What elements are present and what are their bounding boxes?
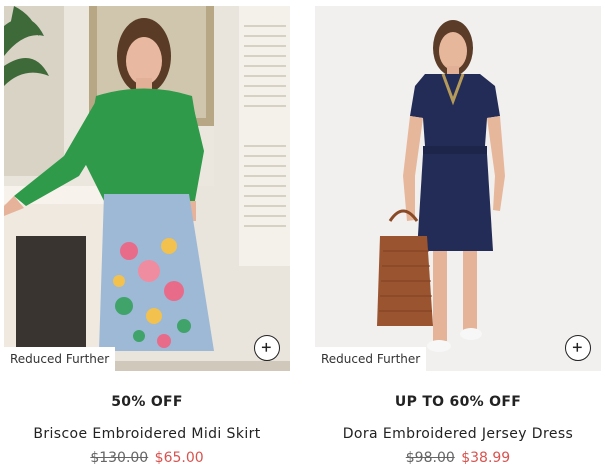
product-image-dress[interactable]: Reduced Further [315, 6, 601, 371]
product-grid: Reduced Further 50% OFF Briscoe Embroide… [0, 0, 605, 473]
price-row: $130.00 $65.00 [4, 449, 290, 467]
sale-price: $65.00 [154, 450, 204, 466]
product-photo-dress-icon [315, 6, 601, 371]
plus-icon [261, 342, 271, 352]
badge-reduced-further: Reduced Further [4, 347, 116, 371]
add-to-bag-button[interactable] [565, 335, 591, 361]
badge-reduced-further: Reduced Further [315, 347, 427, 371]
product-card-skirt[interactable]: Reduced Further 50% OFF Briscoe Embroide… [4, 6, 290, 467]
original-price: $130.00 [90, 450, 149, 466]
product-image-skirt[interactable]: Reduced Further [4, 6, 290, 371]
add-to-bag-button[interactable] [254, 335, 280, 361]
price-row: $98.00 $38.99 [315, 449, 601, 467]
product-name[interactable]: Briscoe Embroidered Midi Skirt [4, 425, 290, 443]
product-photo-skirt-icon [4, 6, 290, 371]
original-price: $98.00 [405, 450, 455, 466]
product-card-dress[interactable]: Reduced Further UP TO 60% OFF Dora Embro… [315, 6, 601, 467]
promo-label: 50% OFF [111, 394, 183, 410]
product-name[interactable]: Dora Embroidered Jersey Dress [315, 425, 601, 443]
promo-label: UP TO 60% OFF [394, 394, 522, 410]
plus-icon [572, 342, 582, 352]
sale-price: $38.99 [461, 450, 511, 466]
